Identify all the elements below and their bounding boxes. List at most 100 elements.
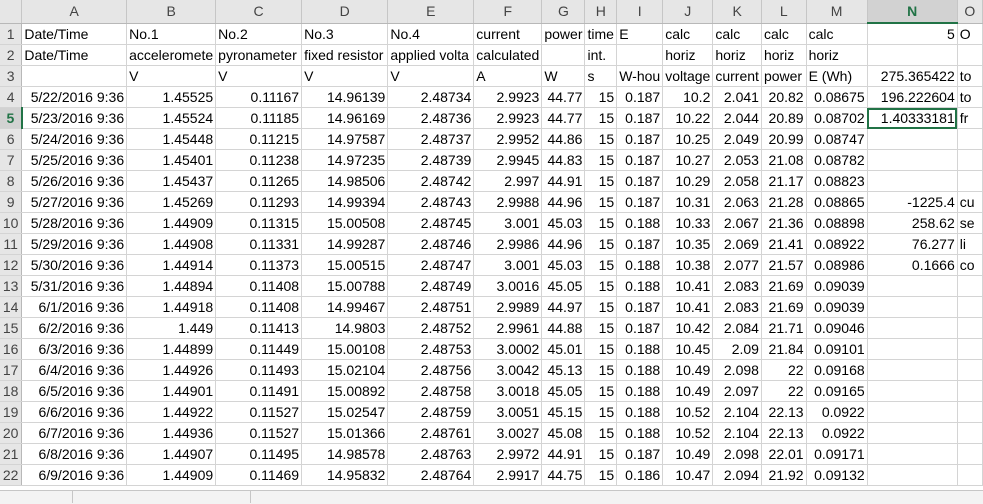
cell-m7[interactable]: 0.08782 — [806, 149, 868, 171]
cell-m6[interactable]: 0.08747 — [806, 128, 868, 150]
cell-m3[interactable]: E (Wh) — [806, 65, 868, 87]
cell-a9[interactable]: 5/27/2016 9:36 — [21, 191, 128, 213]
cell-i5[interactable]: 0.187 — [616, 107, 664, 129]
cell-k7[interactable]: 2.053 — [712, 149, 762, 171]
cell-b5[interactable]: 1.45524 — [126, 107, 217, 129]
cell-e12[interactable]: 2.48747 — [387, 254, 475, 276]
cell-n19[interactable] — [867, 401, 958, 423]
cell-j5[interactable]: 10.22 — [662, 107, 714, 129]
cell-b15[interactable]: 1.449 — [126, 317, 217, 339]
cell-l2[interactable]: horiz — [761, 44, 807, 66]
row-header[interactable]: 17 — [0, 359, 23, 381]
cell-g15[interactable]: 44.88 — [541, 317, 586, 339]
cell-f11[interactable]: 2.9986 — [473, 233, 543, 255]
cell-j19[interactable]: 10.52 — [662, 401, 714, 423]
cell-d5[interactable]: 14.96169 — [301, 107, 389, 129]
cell-b18[interactable]: 1.44901 — [126, 380, 217, 402]
cell-g10[interactable]: 45.03 — [541, 212, 586, 234]
cell-e17[interactable]: 2.48756 — [387, 359, 475, 381]
cell-d17[interactable]: 15.02104 — [301, 359, 389, 381]
cell-n3[interactable]: 275.365422 — [867, 65, 958, 87]
cell-i14[interactable]: 0.187 — [616, 296, 664, 318]
cell-i17[interactable]: 0.188 — [616, 359, 664, 381]
cell-a16[interactable]: 6/3/2016 9:36 — [21, 338, 128, 360]
column-header-i[interactable]: I — [616, 0, 664, 24]
column-header-g[interactable]: G — [541, 0, 586, 24]
row-header[interactable]: 13 — [0, 275, 23, 297]
cell-k8[interactable]: 2.058 — [712, 170, 762, 192]
cell-g19[interactable]: 45.15 — [541, 401, 586, 423]
cell-f19[interactable]: 3.0051 — [473, 401, 543, 423]
cell-k4[interactable]: 2.041 — [712, 86, 762, 108]
cell-m1[interactable]: calc — [806, 23, 868, 45]
cell-k15[interactable]: 2.084 — [712, 317, 762, 339]
cell-f14[interactable]: 2.9989 — [473, 296, 543, 318]
cell-f16[interactable]: 3.0002 — [473, 338, 543, 360]
cell-l11[interactable]: 21.41 — [761, 233, 807, 255]
cell-j4[interactable]: 10.2 — [662, 86, 714, 108]
cell-j12[interactable]: 10.38 — [662, 254, 714, 276]
cell-g7[interactable]: 44.83 — [541, 149, 586, 171]
cell-g4[interactable]: 44.77 — [541, 86, 586, 108]
cell-a1[interactable]: Date/Time — [21, 23, 128, 45]
cell-j7[interactable]: 10.27 — [662, 149, 714, 171]
cell-j20[interactable]: 10.52 — [662, 422, 714, 444]
cell-d8[interactable]: 14.98506 — [301, 170, 389, 192]
cell-n7[interactable] — [867, 149, 958, 171]
cell-f20[interactable]: 3.0027 — [473, 422, 543, 444]
cell-l14[interactable]: 21.69 — [761, 296, 807, 318]
row-header[interactable]: 19 — [0, 401, 23, 423]
cell-f2[interactable]: calculated — [473, 44, 543, 66]
cell-d2[interactable]: fixed resistor — [301, 44, 389, 66]
cell-i6[interactable]: 0.187 — [616, 128, 664, 150]
sheet-tab[interactable] — [32, 491, 73, 503]
cell-l22[interactable]: 21.92 — [761, 464, 807, 486]
cell-l15[interactable]: 21.71 — [761, 317, 807, 339]
cell-o11[interactable]: li — [957, 233, 983, 255]
cell-f5[interactable]: 2.9923 — [473, 107, 543, 129]
cell-k3[interactable]: current — [712, 65, 762, 87]
cell-h3[interactable]: s — [584, 65, 618, 87]
cell-b22[interactable]: 1.44909 — [126, 464, 217, 486]
cell-f8[interactable]: 2.997 — [473, 170, 543, 192]
cell-d16[interactable]: 15.00108 — [301, 338, 389, 360]
cell-a15[interactable]: 6/2/2016 9:36 — [21, 317, 128, 339]
cell-c14[interactable]: 0.11408 — [215, 296, 303, 318]
cell-j17[interactable]: 10.49 — [662, 359, 714, 381]
cell-g6[interactable]: 44.86 — [541, 128, 586, 150]
cell-c13[interactable]: 0.11408 — [215, 275, 303, 297]
cell-m10[interactable]: 0.08898 — [806, 212, 868, 234]
column-header-f[interactable]: F — [473, 0, 543, 24]
cell-d19[interactable]: 15.02547 — [301, 401, 389, 423]
cell-n17[interactable] — [867, 359, 958, 381]
cell-d21[interactable]: 14.98578 — [301, 443, 389, 465]
cell-j8[interactable]: 10.29 — [662, 170, 714, 192]
cell-n20[interactable] — [867, 422, 958, 444]
cell-l13[interactable]: 21.69 — [761, 275, 807, 297]
cell-a17[interactable]: 6/4/2016 9:36 — [21, 359, 128, 381]
cell-o20[interactable] — [957, 422, 983, 444]
cell-j2[interactable]: horiz — [662, 44, 714, 66]
row-header[interactable]: 9 — [0, 191, 23, 213]
cell-k20[interactable]: 2.104 — [712, 422, 762, 444]
cell-i21[interactable]: 0.187 — [616, 443, 664, 465]
cell-e1[interactable]: No.4 — [387, 23, 475, 45]
spreadsheet-grid[interactable]: ABCDEFGHIJKLMNO 1 Date/Time No.1 No.2 No.3 No… — [0, 0, 983, 486]
cell-l21[interactable]: 22.01 — [761, 443, 807, 465]
cell-d20[interactable]: 15.01366 — [301, 422, 389, 444]
cell-b7[interactable]: 1.45401 — [126, 149, 217, 171]
cell-n21[interactable] — [867, 443, 958, 465]
cell-o19[interactable] — [957, 401, 983, 423]
row-header[interactable]: 4 — [0, 86, 23, 108]
cell-k6[interactable]: 2.049 — [712, 128, 762, 150]
row-header[interactable]: 21 — [0, 443, 23, 465]
cell-b20[interactable]: 1.44936 — [126, 422, 217, 444]
cell-o12[interactable]: co — [957, 254, 983, 276]
cell-m20[interactable]: 0.0922 — [806, 422, 868, 444]
cell-b21[interactable]: 1.44907 — [126, 443, 217, 465]
cell-j18[interactable]: 10.49 — [662, 380, 714, 402]
cell-k18[interactable]: 2.097 — [712, 380, 762, 402]
cell-l12[interactable]: 21.57 — [761, 254, 807, 276]
cell-c15[interactable]: 0.11413 — [215, 317, 303, 339]
cell-b16[interactable]: 1.44899 — [126, 338, 217, 360]
